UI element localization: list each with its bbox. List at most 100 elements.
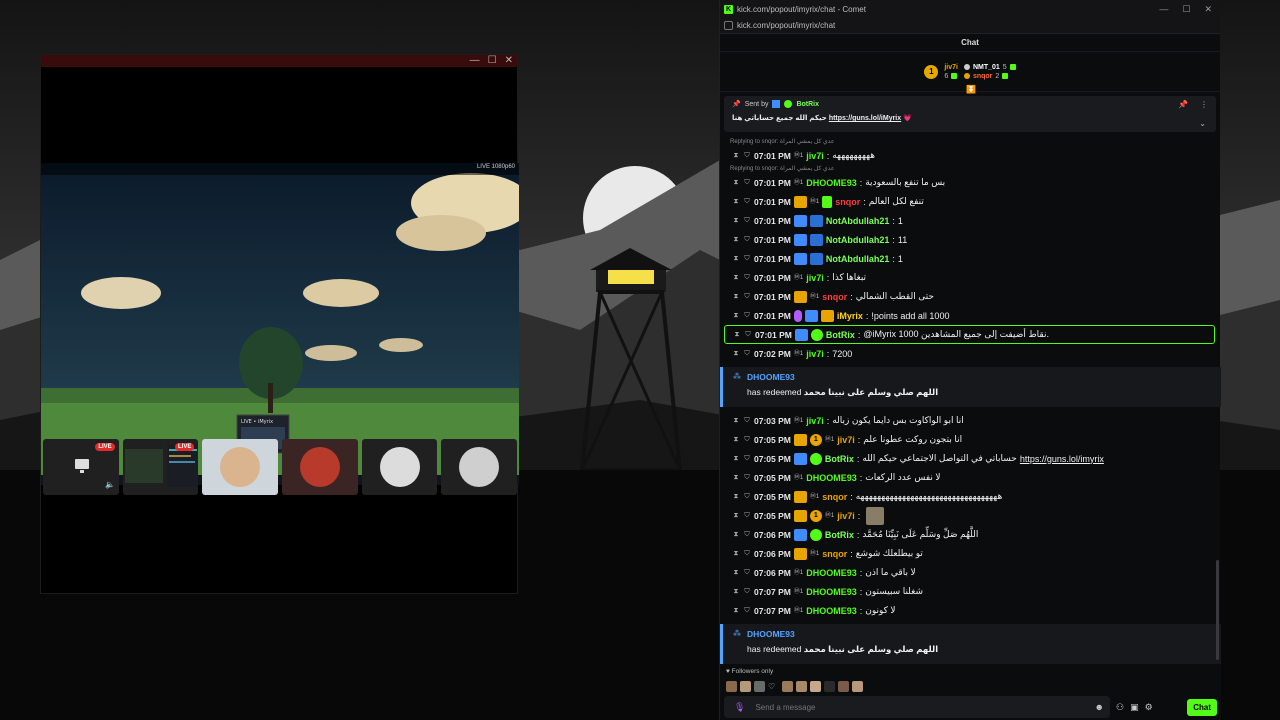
emote[interactable]	[838, 681, 849, 692]
close-button[interactable]: ✕	[505, 55, 513, 67]
hourglass-icon[interactable]: ⧗	[732, 588, 740, 596]
message-username[interactable]: jiv7i	[806, 416, 824, 426]
chat-message-list[interactable]: Replying to snqor: عدي كل يمشي المراة ⧗ ⛉…	[720, 138, 1221, 666]
hourglass-icon[interactable]: ⧗	[732, 312, 740, 320]
gift-box-icon[interactable]: ▣	[1130, 702, 1139, 713]
message-username[interactable]: jiv7i	[837, 511, 855, 521]
message-username[interactable]: DHOOME93	[806, 587, 857, 597]
message-input-box[interactable]: 🎙 ☻	[724, 696, 1110, 718]
shield-icon[interactable]: ⛉	[743, 436, 751, 444]
chat-message[interactable]: ⧗ ⛉ 07:01 PM Ⓜ1 jiv7i: هههههههههه	[720, 146, 1221, 165]
thumbnail-desktop[interactable]: LIVE	[122, 439, 199, 495]
emote[interactable]	[726, 681, 737, 692]
hourglass-icon[interactable]: ⧗	[732, 179, 740, 187]
chat-message[interactable]: ⧗ ⛉ 07:01 PM Ⓜ1 DHOOME93: بس ما تنفع بالسعودي…	[720, 173, 1221, 192]
hourglass-icon[interactable]: ⧗	[732, 531, 740, 539]
mic-icon[interactable]: 🎙	[734, 702, 745, 713]
chat-message[interactable]: ⧗ ⛉ 07:01 PM NotAbdullah21:1	[720, 249, 1221, 268]
chat-message[interactable]: ⧗ ⛉ 07:05 PM 1 Ⓜ1 jiv7i:	[720, 506, 1221, 525]
link-icon[interactable]: ⚇	[1116, 702, 1124, 713]
message-username[interactable]: BotRix	[825, 454, 854, 464]
hourglass-icon[interactable]: ⧗	[732, 607, 740, 615]
shield-icon[interactable]: ⛉	[743, 236, 751, 244]
shield-icon[interactable]: ⛉	[743, 512, 751, 520]
chat-message[interactable]: ⧗ ⛉ 07:06 PM BotRix: اللَّهُم صَلِّ وسَلِّم …	[720, 525, 1221, 544]
pinned-link[interactable]: https://guns.lol/iMyrix	[829, 115, 901, 122]
hourglass-icon[interactable]: ⧗	[732, 217, 740, 225]
emote[interactable]	[740, 681, 751, 692]
chat-message[interactable]: ⧗ ⛉ 07:01 PM iMyrix: !points add all 1000	[720, 306, 1221, 325]
thumbnail-participant-4[interactable]	[441, 439, 518, 495]
shield-icon[interactable]: ⛉	[743, 274, 751, 282]
message-username[interactable]: DHOOME93	[806, 178, 857, 188]
hourglass-icon[interactable]: ⧗	[732, 236, 740, 244]
emote-image[interactable]	[866, 506, 885, 525]
redeem-user[interactable]: DHOOME93	[747, 629, 1221, 639]
chat-message[interactable]: ⧗ ⛉ 07:05 PM Ⓜ1 snqor: هههههههههههههههههههههه…	[720, 487, 1221, 506]
message-username[interactable]: NotAbdullah21	[826, 216, 890, 226]
thumbnail-participant-1[interactable]	[202, 439, 279, 495]
shield-icon[interactable]: ⛉	[743, 417, 751, 425]
hourglass-icon[interactable]: ⧗	[732, 474, 740, 482]
redeem-user[interactable]: DHOOME93	[747, 372, 1221, 382]
hourglass-icon[interactable]: ⧗	[732, 293, 740, 301]
message-input[interactable]	[755, 702, 1086, 712]
message-username[interactable]: snqor	[835, 197, 860, 207]
message-username[interactable]: DHOOME93	[806, 606, 857, 616]
chat-message[interactable]: ⧗ ⛉ 07:01 PM Ⓜ1 jiv7i: تبغاها كذا	[720, 268, 1221, 287]
chat-message[interactable]: ⧗ ⛉ 07:01 PM NotAbdullah21:11	[720, 230, 1221, 249]
heart-icon[interactable]: ♡	[768, 681, 779, 692]
minimize-icon[interactable]: —	[1159, 4, 1168, 15]
shield-icon[interactable]: ⛉	[743, 531, 751, 539]
emote[interactable]	[852, 681, 863, 692]
message-username[interactable]: snqor	[822, 292, 847, 302]
shield-icon[interactable]: ⛉	[743, 312, 751, 320]
shield-icon[interactable]: ⛉	[743, 607, 751, 615]
chat-message[interactable]: ⧗ ⛉ 07:05 PM 1 Ⓜ1 jiv7i: انا بتجون روكت عطونا …	[720, 430, 1221, 449]
shield-icon[interactable]: ⛉	[743, 152, 751, 160]
hourglass-icon[interactable]: ⧗	[732, 493, 740, 501]
message-username[interactable]: BotRix	[826, 330, 855, 340]
chat-message[interactable]: ⧗ ⛉ 07:05 PM Ⓜ1 DHOOME93: لا نفس عدد الركعات	[720, 468, 1221, 487]
chat-message[interactable]: ⧗ ⛉ 07:07 PM Ⓜ1 DHOOME93: شغلنا سبيستون	[720, 582, 1221, 601]
pinned-sender[interactable]: BotRix	[796, 101, 819, 108]
settings-icon[interactable]: ⚙	[1145, 702, 1153, 713]
maximize-button[interactable]: ☐	[488, 55, 497, 67]
shield-icon[interactable]: ⛉	[743, 569, 751, 577]
leaderboard-name[interactable]: NMT_01	[973, 64, 1000, 71]
site-info-icon[interactable]	[724, 21, 733, 30]
shield-icon[interactable]: ⛉	[743, 588, 751, 596]
chat-message[interactable]: ⧗ ⛉ 07:01 PM Ⓜ1 snqor: حتى القطب الشمالي	[720, 287, 1221, 306]
chat-message[interactable]: ⧗ ⛉ 07:05 PM BotRix: حساباتي في التواصل الاج…	[720, 449, 1221, 468]
message-username[interactable]: snqor	[822, 492, 847, 502]
message-username[interactable]: jiv7i	[806, 273, 824, 283]
emote[interactable]	[824, 681, 835, 692]
thumbnail-screen-share[interactable]: LIVE 🔈	[43, 439, 119, 495]
more-icon[interactable]: ⋮	[1200, 100, 1208, 109]
close-icon[interactable]: ✕	[1204, 4, 1212, 15]
hourglass-icon[interactable]: ⧗	[732, 152, 740, 160]
hourglass-icon[interactable]: ⧗	[732, 436, 740, 444]
message-username[interactable]: jiv7i	[837, 435, 855, 445]
message-username[interactable]: NotAbdullah21	[826, 254, 890, 264]
hourglass-icon[interactable]: ⧗	[732, 569, 740, 577]
message-username[interactable]: BotRix	[825, 530, 854, 540]
message-username[interactable]: DHOOME93	[806, 473, 857, 483]
chat-scrollbar[interactable]	[1216, 560, 1219, 660]
unpin-icon[interactable]: 📌	[1178, 100, 1188, 109]
minimize-button[interactable]: —	[470, 55, 480, 67]
chat-message[interactable]: ⧗ ⛉ 07:07 PM Ⓜ1 DHOOME93: لا كونون	[720, 601, 1221, 620]
message-username[interactable]: NotAbdullah21	[826, 235, 890, 245]
chat-message[interactable]: ⧗ ⛉ 07:03 PM Ⓜ1 jiv7i: انا ابو الواكاوت بس دا…	[720, 411, 1221, 430]
shield-icon[interactable]: ⛉	[743, 493, 751, 501]
hourglass-icon[interactable]: ⧗	[732, 198, 740, 206]
chat-message[interactable]: ⧗ ⛉ 07:06 PM Ⓜ1 DHOOME93: لا باقي ما اذن	[720, 563, 1221, 582]
hourglass-icon[interactable]: ⧗	[732, 417, 740, 425]
thumbnail-participant-2[interactable]	[282, 439, 358, 495]
shield-icon[interactable]: ⛉	[743, 255, 751, 263]
leaderboard-name[interactable]: snqor	[973, 73, 992, 80]
hourglass-icon[interactable]: ⧗	[732, 350, 740, 358]
hourglass-icon[interactable]: ⧗	[732, 512, 740, 520]
message-username[interactable]: jiv7i	[806, 151, 824, 161]
hourglass-icon[interactable]: ⧗	[733, 331, 741, 339]
